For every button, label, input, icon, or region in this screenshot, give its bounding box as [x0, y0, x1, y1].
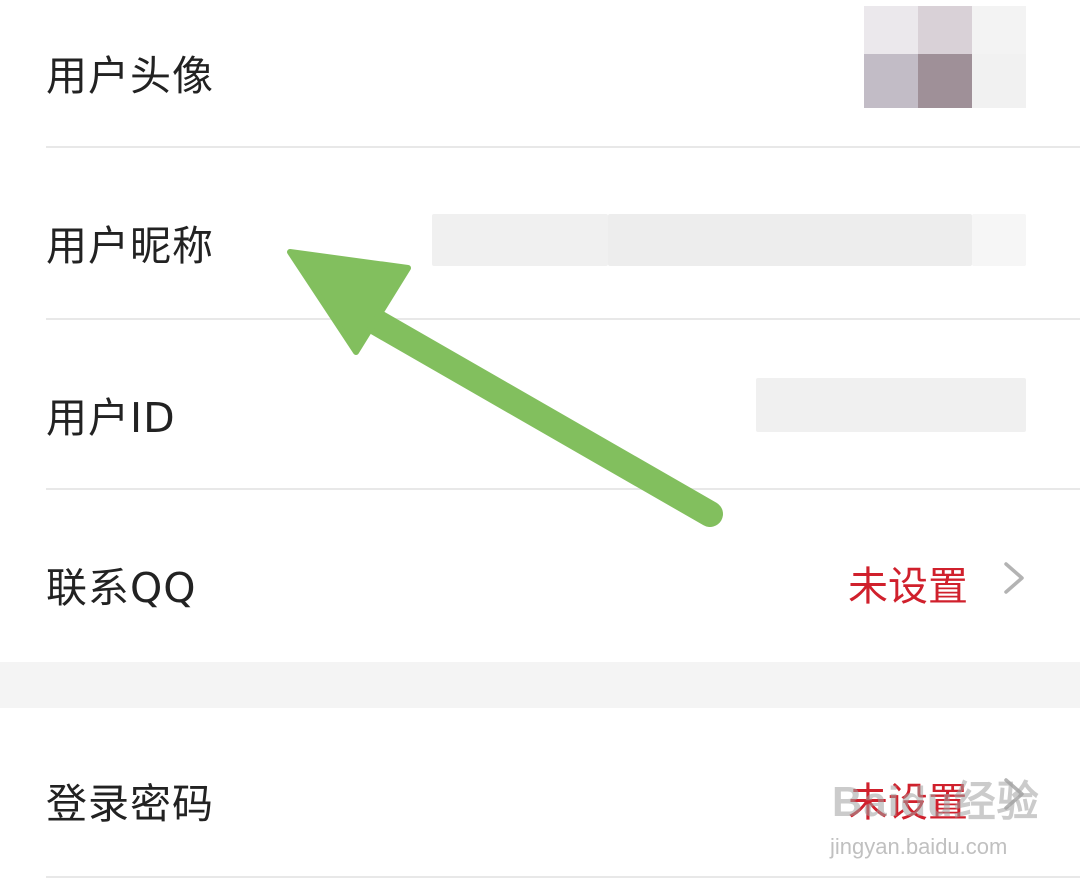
- row-avatar[interactable]: 用户头像: [0, 0, 1080, 148]
- row-avatar-label: 用户头像: [46, 52, 214, 100]
- contact-qq-value: 未设置: [848, 564, 968, 610]
- chevron-right-icon: [1004, 562, 1024, 594]
- row-nickname-label: 用户昵称: [46, 222, 214, 270]
- row-contact-qq-label: 联系QQ: [46, 564, 197, 612]
- avatar[interactable]: [864, 6, 1026, 108]
- section-separator: [0, 662, 1080, 708]
- watermark-logo: Baidu经验: [832, 778, 1040, 825]
- nickname-value-blurred: [972, 214, 1026, 266]
- settings-page: 用户头像 用户昵称 用户ID 联系QQ 未设置 登录密码 未设置 Baidu经验…: [0, 0, 1080, 888]
- user-id-value-blurred: [756, 378, 1026, 432]
- row-nickname[interactable]: 用户昵称: [0, 148, 1080, 320]
- row-login-password-label: 登录密码: [46, 780, 214, 828]
- baidu-watermark: Baidu经验 jingyan.baidu.com: [826, 768, 1046, 878]
- watermark-url: jingyan.baidu.com: [830, 834, 1008, 859]
- row-user-id[interactable]: 用户ID: [0, 320, 1080, 490]
- nickname-value-blurred: [432, 214, 608, 266]
- row-user-id-label: 用户ID: [46, 394, 176, 442]
- row-contact-qq[interactable]: 联系QQ 未设置: [0, 490, 1080, 662]
- nickname-value-blurred: [608, 214, 972, 266]
